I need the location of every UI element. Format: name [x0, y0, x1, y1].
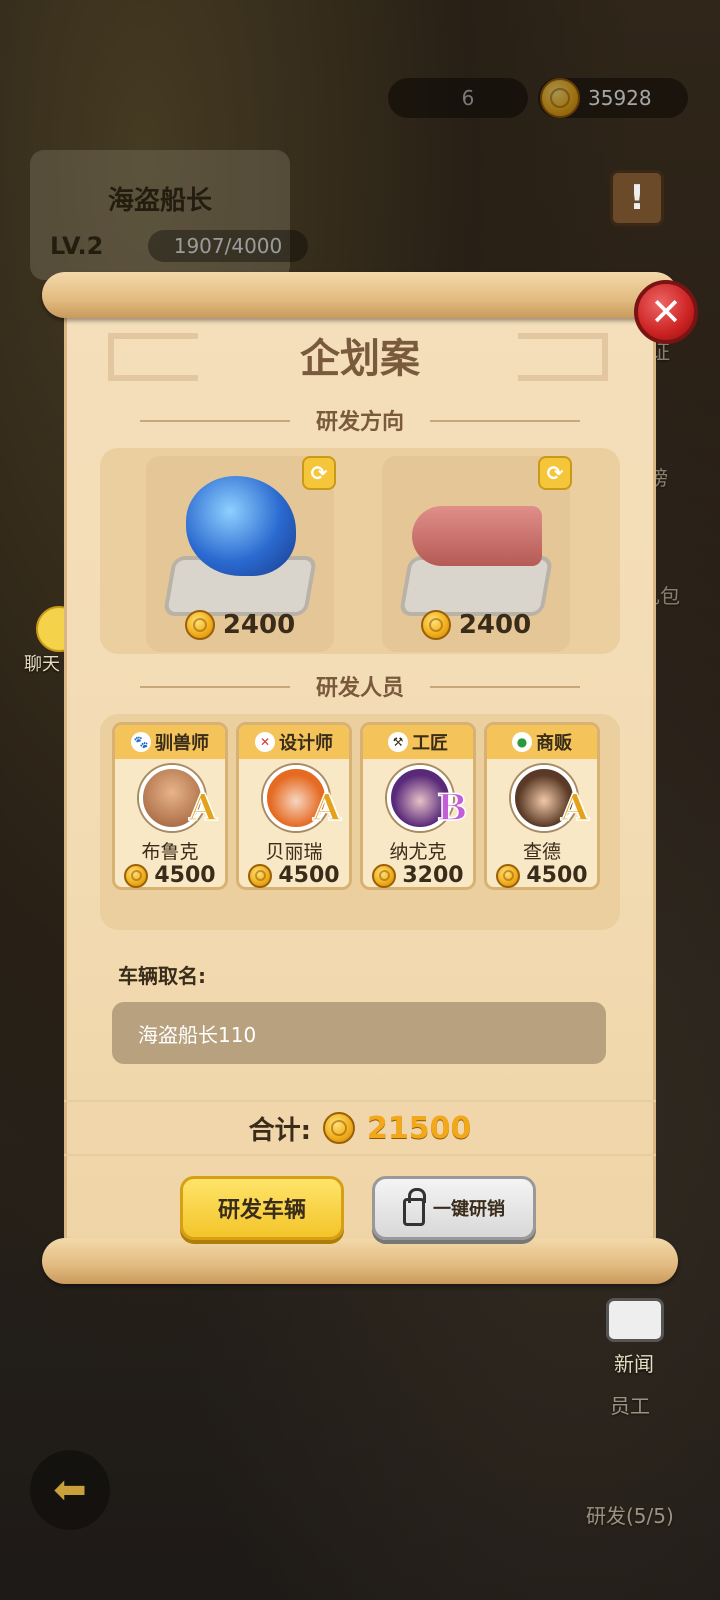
total-label: 合计:	[248, 1115, 312, 1146]
hammer-icon: ⚒	[388, 732, 408, 752]
staff-cost: 4500	[115, 863, 225, 888]
close-button[interactable]: ✕	[634, 280, 698, 344]
vehicle-name-label: 车辆取名:	[118, 964, 206, 988]
one-click-sell-button[interactable]: 一键研销	[372, 1176, 536, 1240]
coin-icon	[420, 610, 451, 640]
designer-icon: ✕	[255, 732, 275, 752]
staff-role-label: 工匠	[412, 733, 448, 754]
staff-role-label: 驯兽师	[155, 733, 209, 754]
direction-cost: 2400	[222, 610, 296, 640]
vehicle-name-input[interactable]	[112, 1002, 606, 1064]
staff-name: 布鲁克	[141, 841, 199, 863]
total-value: 21500	[367, 1110, 472, 1146]
drill-vehicle-icon	[412, 506, 542, 566]
direction-price: 2400	[146, 610, 334, 640]
direction-card-dragon[interactable]: ⟳ 2400	[146, 456, 336, 652]
staff-grade: A	[312, 786, 341, 830]
total-bar: 合计: 21500	[64, 1100, 656, 1156]
refresh-icon[interactable]: ⟳	[538, 456, 572, 490]
direction-price: 2400	[382, 610, 570, 640]
dialog-title: 企划案	[300, 336, 420, 382]
staff-role: ✕ 设计师	[239, 725, 349, 759]
coin-icon	[124, 863, 149, 888]
scroll-top-roll	[42, 272, 678, 318]
staff-grade: A	[188, 786, 217, 830]
close-icon: ✕	[650, 290, 682, 334]
staff-role-label: 商贩	[536, 733, 572, 754]
develop-vehicle-label: 研发车辆	[217, 1198, 306, 1223]
staff-role: 🐾 驯兽师	[115, 725, 225, 759]
direction-heading: 研发方向	[315, 410, 404, 435]
lock-icon	[403, 1188, 426, 1226]
staff-role: ⚒ 工匠	[363, 725, 473, 759]
staff-cost: 4500	[487, 863, 597, 888]
staff-role-label: 设计师	[279, 733, 333, 754]
staff-name: 纳尤克	[389, 841, 447, 863]
staff-role: ● 商贩	[487, 725, 597, 759]
coin-icon	[496, 863, 521, 888]
refresh-icon[interactable]: ⟳	[302, 456, 336, 490]
staff-cost-value: 4500	[154, 863, 216, 888]
staff-card[interactable]: ✕ 设计师 A 贝丽瑞 4500	[236, 722, 352, 890]
quest-scroll-icon[interactable]: !	[610, 170, 664, 226]
direction-card-drill[interactable]: ⟳ 2400	[382, 456, 572, 652]
staff-label[interactable]: 员工	[610, 1390, 650, 1419]
news-icon[interactable]	[606, 1298, 664, 1342]
staff-grade: B	[436, 786, 468, 830]
dragon-icon	[186, 476, 296, 576]
staff-cost-value: 3200	[402, 863, 464, 888]
scroll-bottom-roll	[42, 1238, 678, 1284]
chat-label[interactable]: 聊天	[24, 650, 60, 676]
staff-heading: 研发人员	[315, 676, 404, 701]
staff-cost-value: 4500	[278, 863, 340, 888]
staff-card[interactable]: 🐾 驯兽师 A 布鲁克 4500	[112, 722, 228, 890]
news-label[interactable]: 新闻	[614, 1348, 654, 1377]
tamer-icon: 🐾	[131, 732, 151, 752]
staff-card[interactable]: ⚒ 工匠 B 纳尤克 3200	[360, 722, 476, 890]
staff-cost: 4500	[239, 863, 349, 888]
direction-cost: 2400	[458, 610, 532, 640]
research-label[interactable]: 研发(5/5)	[586, 1500, 674, 1529]
staff-name: 贝丽瑞	[265, 841, 323, 863]
staff-cost-value: 4500	[526, 863, 588, 888]
one-click-sell-label: 一键研销	[433, 1199, 505, 1220]
coin-icon	[323, 1112, 356, 1144]
staff-card[interactable]: ● 商贩 A 查德 4500	[484, 722, 600, 890]
staff-cost: 3200	[363, 863, 473, 888]
coin-icon	[372, 863, 397, 888]
coin-icon	[184, 610, 215, 640]
merchant-icon: ●	[512, 732, 532, 752]
staff-name: 查德	[522, 841, 561, 863]
coin-icon	[248, 863, 273, 888]
staff-grade: A	[560, 786, 589, 830]
back-arrow-icon[interactable]: ⬅	[30, 1450, 110, 1530]
develop-vehicle-button[interactable]: 研发车辆	[180, 1176, 344, 1240]
